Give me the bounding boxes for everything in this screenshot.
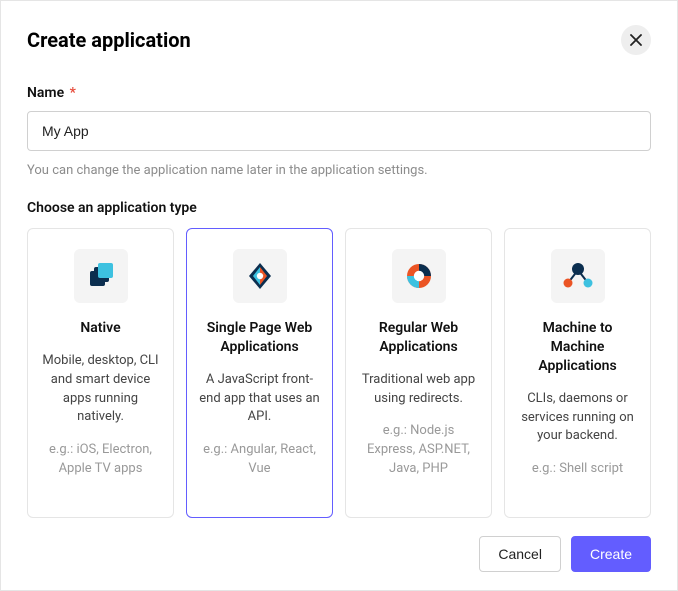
regular-web-icon [392, 249, 446, 303]
card-m2m-title: Machine to Machine Applications [517, 319, 638, 376]
native-app-icon [74, 249, 128, 303]
required-marker: * [70, 85, 76, 101]
create-application-dialog: Create application Name * You can change… [0, 0, 678, 591]
card-m2m-desc: CLIs, daemons or services running on you… [517, 390, 638, 447]
card-spa-desc: A JavaScript front-end app that uses an … [199, 371, 320, 428]
close-icon [630, 34, 642, 46]
name-label: Name * [27, 85, 651, 101]
card-m2m-examples: e.g.: Shell script [532, 460, 623, 479]
card-spa[interactable]: Single Page Web Applications A JavaScrip… [186, 228, 333, 518]
close-button[interactable] [621, 25, 651, 55]
m2m-icon [551, 249, 605, 303]
create-button[interactable]: Create [571, 536, 651, 572]
card-spa-examples: e.g.: Angular, React, Vue [199, 441, 320, 479]
name-label-text: Name [27, 85, 64, 101]
card-native-examples: e.g.: iOS, Electron, Apple TV apps [40, 441, 161, 479]
card-regular-desc: Traditional web app using redirects. [358, 371, 479, 409]
card-native-title: Native [80, 319, 120, 338]
dialog-header: Create application [27, 25, 651, 55]
card-regular-examples: e.g.: Node.js Express, ASP.NET, Java, PH… [358, 422, 479, 479]
card-native[interactable]: Native Mobile, desktop, CLI and smart de… [27, 228, 174, 518]
type-section-label: Choose an application type [27, 200, 651, 216]
cancel-button[interactable]: Cancel [479, 536, 561, 572]
dialog-title: Create application [27, 28, 191, 52]
card-regular[interactable]: Regular Web Applications Traditional web… [345, 228, 492, 518]
name-input[interactable] [27, 111, 651, 151]
name-hint: You can change the application name late… [27, 163, 651, 178]
application-type-cards: Native Mobile, desktop, CLI and smart de… [27, 228, 651, 518]
card-m2m[interactable]: Machine to Machine Applications CLIs, da… [504, 228, 651, 518]
card-regular-title: Regular Web Applications [358, 319, 479, 357]
dialog-footer: Cancel Create [479, 536, 651, 572]
card-native-desc: Mobile, desktop, CLI and smart device ap… [40, 352, 161, 427]
card-spa-title: Single Page Web Applications [199, 319, 320, 357]
spa-app-icon [233, 249, 287, 303]
